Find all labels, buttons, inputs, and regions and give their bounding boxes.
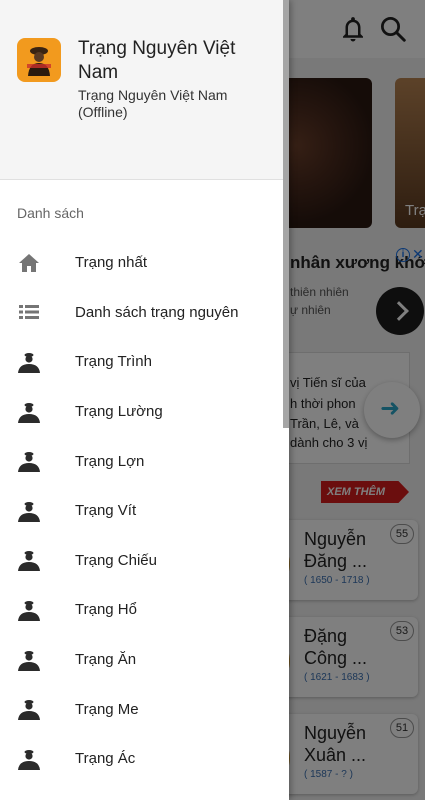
section-title: Danh sách (17, 205, 84, 221)
list-icon (17, 300, 41, 324)
drawer-item-trang-chieu[interactable]: Trạng Chiếu (0, 536, 283, 586)
home-icon (17, 251, 41, 275)
drawer-item-label: Trạng Hổ (75, 601, 137, 619)
person-icon (17, 400, 41, 424)
drawer-item-label: Trạng Me (75, 700, 139, 718)
drawer-menu: Trạng nhất Danh sách trạng nguyên Trạng … (0, 238, 283, 784)
drawer-item-trang-an[interactable]: Trạng Ăn (0, 635, 283, 685)
navigation-drawer: Trạng Nguyên Việt Nam Trạng Nguyên Việt … (0, 0, 289, 800)
drawer-item-label: Trạng Ác (75, 750, 136, 768)
drawer-item-trang-lon[interactable]: Trạng Lợn (0, 436, 283, 486)
app-logo (17, 38, 61, 82)
drawer-item-label: Trạng Ăn (75, 651, 137, 669)
app-subtitle: Trạng Nguyên Việt Nam (Offline) (78, 87, 228, 120)
drawer-scrollbar[interactable] (283, 0, 289, 428)
drawer-item-label: Danh sách trạng nguyên (75, 303, 239, 321)
drawer-item-danh-sach[interactable]: Danh sách trạng nguyên (0, 288, 283, 338)
drawer-item-label: Trạng Lường (75, 403, 163, 421)
drawer-item-trang-ho[interactable]: Trạng Hổ (0, 585, 283, 635)
drawer-item-trang-ac[interactable]: Trạng Ác (0, 734, 283, 784)
person-icon (17, 747, 41, 771)
person-icon (17, 548, 41, 572)
person-icon (17, 499, 41, 523)
drawer-item-trang-vit[interactable]: Trạng Vít (0, 486, 283, 536)
drawer-item-label: Trạng Lợn (75, 452, 145, 470)
person-icon (17, 697, 41, 721)
person-icon (17, 598, 41, 622)
person-icon (17, 350, 41, 374)
drawer-item-label: Trạng Trình (75, 353, 152, 371)
drawer-item-label: Trạng Vít (75, 502, 137, 520)
drawer-item-label: Trạng Chiếu (75, 551, 157, 569)
person-icon (17, 449, 41, 473)
drawer-item-trang-trinh[interactable]: Trạng Trình (0, 337, 283, 387)
drawer-header: Trạng Nguyên Việt Nam Trạng Nguyên Việt … (0, 0, 289, 180)
drawer-item-trang-nhat[interactable]: Trạng nhất (0, 238, 283, 288)
drawer-item-label: Trạng nhất (75, 254, 147, 272)
drawer-item-trang-luong[interactable]: Trạng Lường (0, 387, 283, 437)
person-icon (17, 648, 41, 672)
app-title: Trạng Nguyên Việt Nam (78, 38, 236, 83)
drawer-item-trang-me[interactable]: Trạng Me (0, 684, 283, 734)
